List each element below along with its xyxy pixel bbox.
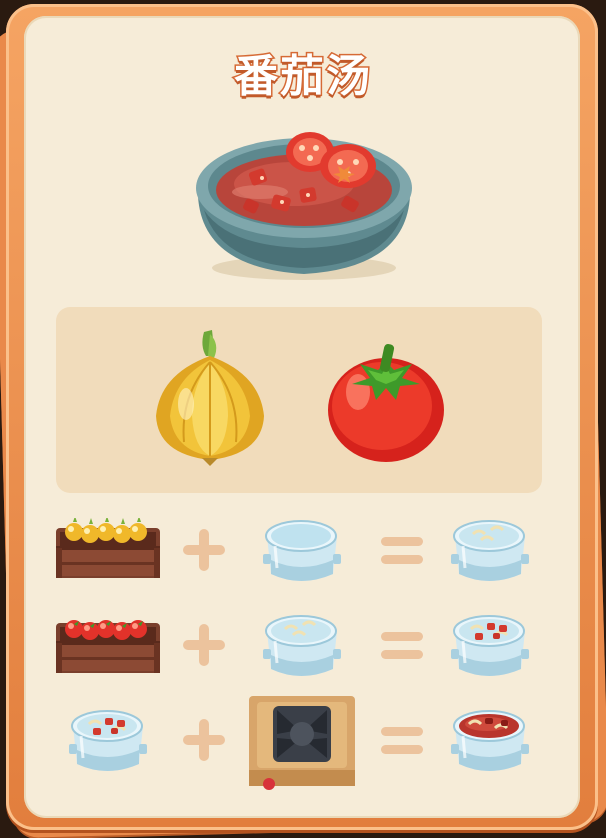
- equals-icon: [379, 717, 425, 763]
- onion-crate-icon: [54, 516, 162, 586]
- plus-icon: [181, 622, 227, 668]
- onion-tomato-pot-icon: [69, 700, 147, 784]
- empty-pot-icon: [263, 510, 341, 594]
- equals-icon: [379, 527, 425, 573]
- plus-icon: [181, 717, 227, 763]
- tomato-crate-icon: [54, 613, 162, 681]
- stove-icon: [247, 694, 357, 802]
- recipe-title: 番茄汤: [233, 50, 372, 104]
- onion-water-pot-icon: [451, 510, 529, 594]
- onion-water-pot-icon: [263, 605, 341, 689]
- tomato-soup-bowl-icon: [190, 118, 418, 288]
- tomato-icon: [324, 340, 448, 464]
- ingredients-panel: [56, 307, 542, 493]
- tomato-soup-pot-icon: [451, 700, 529, 784]
- plus-icon: [181, 527, 227, 573]
- equals-icon: [379, 622, 425, 668]
- onion-icon: [150, 326, 270, 468]
- onion-tomato-pot-icon: [451, 605, 529, 689]
